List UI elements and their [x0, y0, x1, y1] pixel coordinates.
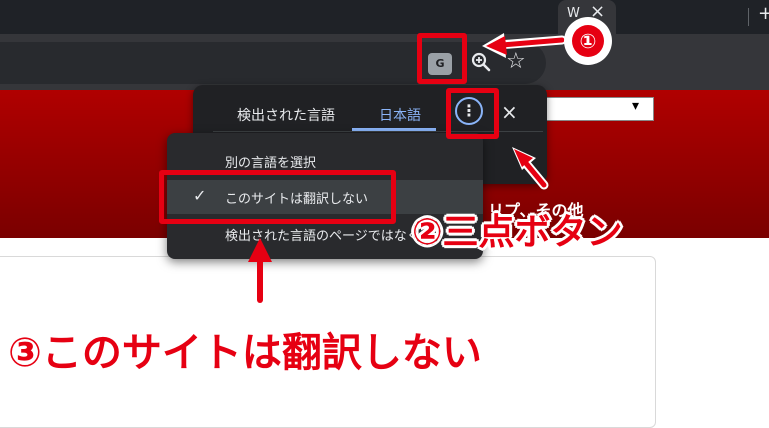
- step3-label: ③このサイトは翻訳しない: [8, 330, 482, 376]
- step2-label: ②三点ボタン: [412, 212, 623, 253]
- step1-marker: ①: [572, 25, 604, 57]
